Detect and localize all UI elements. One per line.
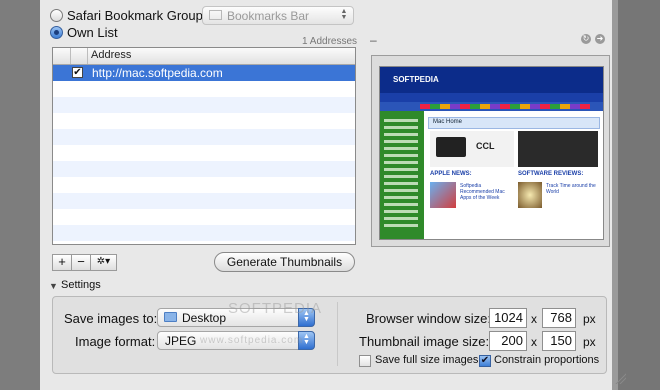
window-edge-highlight [612,0,618,390]
site-heading-bar: Mac Home [428,117,600,129]
next-arrow-icon[interactable]: ➜ [595,34,605,44]
times-sign: x [531,312,537,326]
address-column-header[interactable]: Address [91,49,131,61]
image-format-label: Image format: [75,334,156,349]
disclosure-triangle-icon[interactable]: ▼ [49,281,58,291]
settings-divider [337,302,338,366]
browser-size-label: Browser window size: [366,311,491,326]
banner-ad [518,131,598,167]
table-row-empty [53,193,355,209]
add-address-button[interactable]: + [52,254,72,271]
news-image [430,182,456,208]
reload-icon[interactable]: ↻ [581,34,591,44]
resize-grip-icon[interactable] [614,372,626,384]
nav-tabs [420,104,590,109]
sidebar-links [384,119,418,229]
preview-dash: – [370,33,377,47]
thumbnail-width-field[interactable]: 200 [489,331,527,351]
save-location-value: Desktop [182,311,227,325]
table-row-empty [53,177,355,193]
banner-monitor [436,137,466,157]
thumbnail-size-label: Thumbnail image size: [359,334,490,349]
table-row-empty [53,161,355,177]
save-full-size-label[interactable]: Save full size images [375,354,478,366]
table-row-empty [53,225,355,241]
image-format-value: JPEG [165,334,197,348]
site-heading: Mac Home [433,119,463,125]
constrain-proportions-label[interactable]: Constrain proportions [494,354,599,366]
bookmark-group-popup[interactable]: Bookmarks Bar ▲ ▼ [202,6,354,25]
table-row-empty [53,209,355,225]
row-url: http://mac.softpedia.com [92,66,223,80]
unit-label: px [583,312,596,326]
save-full-size-checkbox[interactable] [359,355,371,367]
address-count: 1 Addresses [302,36,358,47]
folder-icon [164,312,177,322]
times-sign: x [531,335,537,349]
site-header: SOFTPEDIA [380,67,603,93]
settings-disclosure-label[interactable]: Settings [61,279,101,291]
window-edge [612,0,660,390]
thumbnail-height-field[interactable]: 150 [542,331,576,351]
review-image [518,182,542,208]
header-separator [87,48,88,64]
browser-width-field[interactable]: 1024 [489,308,527,328]
unit-label: px [583,335,596,349]
save-images-label: Save images to: [64,311,158,326]
table-row-empty [53,129,355,145]
news-headline: Softpedia Recommended Mac Apps of the We… [460,183,505,201]
banner-image: CCL [430,131,514,167]
table-row[interactable]: ✔ http://mac.softpedia.com [53,65,355,81]
own-list-radio[interactable] [50,26,63,39]
watermark-url: www.softpedia.com [200,335,304,346]
row-checkbox[interactable]: ✔ [72,67,83,78]
bookmark-group-value: Bookmarks Bar [227,9,310,23]
table-header: Address [53,48,355,65]
banner-logo: CCL [476,141,495,151]
table-row-empty [53,145,355,161]
gear-menu-button[interactable]: ✲▾ [90,254,117,271]
bookmarks-icon [209,10,222,20]
site-topbar [380,93,603,102]
popup-arrows-icon: ▲ ▼ [340,8,348,21]
browser-height-field[interactable]: 768 [542,308,576,328]
generate-thumbnails-button[interactable]: Generate Thumbnails [214,252,355,272]
thumbnail-preview: SOFTPEDIA Mac Home CCL APPLE NEWS: SOFTW… [371,55,610,247]
safari-group-label[interactable]: Safari Bookmark Group: [67,8,206,23]
table-row-empty [53,81,355,97]
site-nav [380,102,603,111]
safari-group-radio[interactable] [50,9,63,22]
site-sidebar [380,111,424,239]
review-headline: Track Time around the World [546,183,596,195]
constrain-proportions-checkbox[interactable]: ✔ [479,355,491,367]
site-logo: SOFTPEDIA [393,75,439,84]
watermark-logo: SOFTPEDIA [228,300,323,317]
website-thumbnail-image: SOFTPEDIA Mac Home CCL APPLE NEWS: SOFTW… [379,66,604,240]
software-reviews-heading: SOFTWARE REVIEWS: [518,171,584,177]
remove-address-button[interactable]: − [71,254,91,271]
apple-news-heading: APPLE NEWS: [430,171,472,177]
address-table[interactable]: Address ✔ http://mac.softpedia.com [52,47,356,245]
table-row-empty [53,97,355,113]
header-checkbox-column [53,48,71,64]
own-list-label[interactable]: Own List [67,25,118,40]
table-row-empty [53,113,355,129]
